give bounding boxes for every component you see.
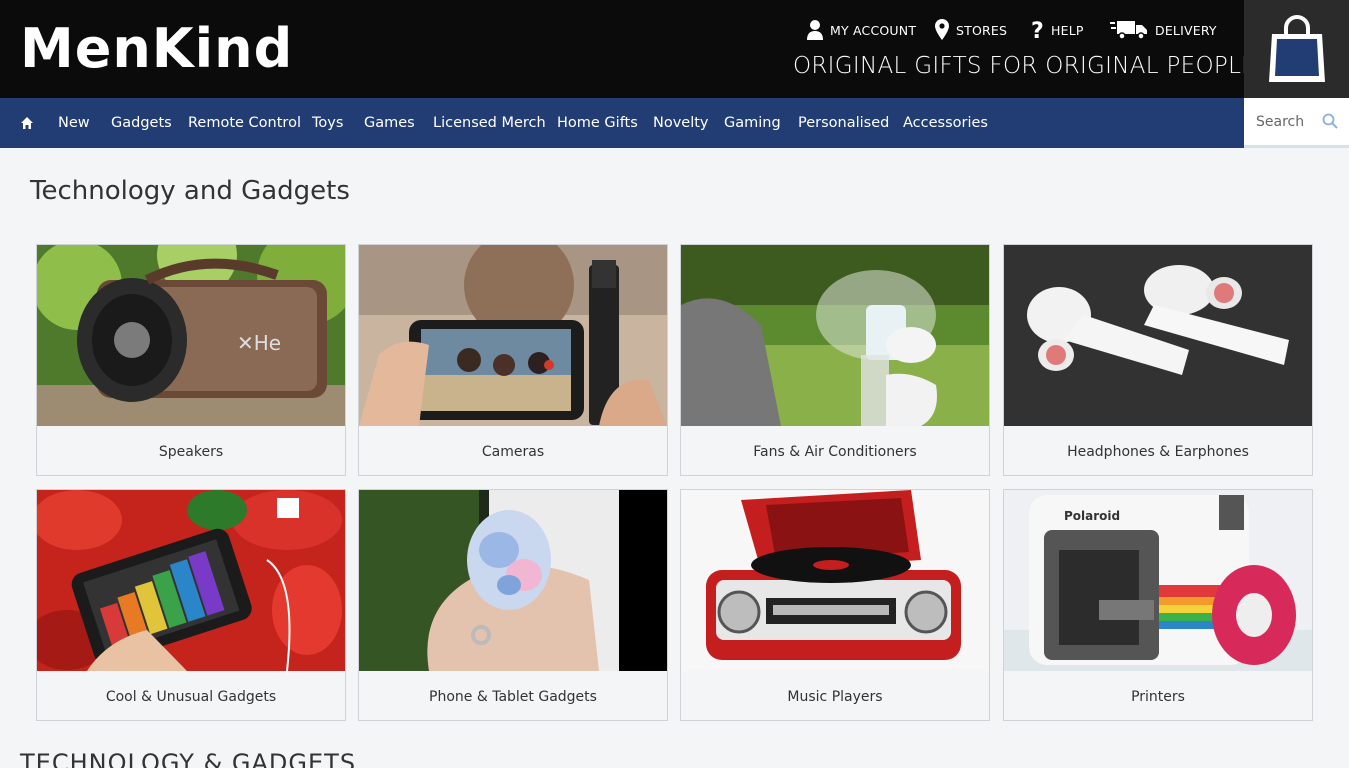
- delivery-label: DELIVERY: [1155, 22, 1217, 38]
- category-image-music-players: [681, 490, 989, 671]
- category-card-phone-tablet[interactable]: Phone & Tablet Gadgets: [358, 489, 668, 721]
- category-label: Printers: [1131, 689, 1185, 705]
- category-card-headphones[interactable]: Headphones & Earphones: [1003, 244, 1313, 476]
- category-card-cool-gadgets[interactable]: Cool & Unusual Gadgets: [36, 489, 346, 721]
- category-label: Music Players: [787, 689, 883, 705]
- category-image-printers: Polaroid: [1004, 490, 1312, 671]
- site-logo[interactable]: MenKind: [20, 14, 293, 84]
- svg-text:?: ?: [1031, 19, 1044, 42]
- stores-link[interactable]: STORES: [935, 16, 1007, 44]
- category-image-phone-tablet: [359, 490, 667, 671]
- stores-label: STORES: [956, 22, 1008, 38]
- category-image-headphones: [1004, 245, 1312, 426]
- nav-item-gadgets[interactable]: Gadgets: [111, 98, 172, 148]
- nav-item-gaming[interactable]: Gaming: [724, 98, 781, 148]
- nav-home-link[interactable]: [20, 115, 34, 134]
- delivery-truck-icon: [1110, 21, 1147, 40]
- category-label: Cameras: [481, 444, 545, 460]
- category-label: Phone & Tablet Gadgets: [429, 689, 597, 705]
- nav-item-remote-control[interactable]: Remote Control: [188, 98, 301, 148]
- svg-text:✕He: ✕He: [237, 331, 281, 355]
- nav-item-accessories[interactable]: Accessories: [903, 98, 988, 148]
- category-label: Cool & Unusual Gadgets: [105, 689, 277, 705]
- page-title: Technology and Gadgets: [30, 176, 350, 206]
- section-heading: TECHNOLOGY & GADGETS: [20, 749, 357, 768]
- category-image-speakers: ✕He: [37, 245, 345, 426]
- nav-item-new[interactable]: New: [58, 98, 90, 148]
- site-header: MenKind MY ACCOUNT STORES ? HELP DELIVER…: [0, 0, 1349, 98]
- search-icon[interactable]: [1322, 113, 1338, 129]
- my-account-link[interactable]: MY ACCOUNT: [807, 16, 916, 44]
- nav-item-personalised[interactable]: Personalised: [798, 98, 889, 148]
- category-card-speakers[interactable]: ✕He Speakers: [36, 244, 346, 476]
- help-link[interactable]: ? HELP: [1030, 16, 1084, 44]
- category-card-printers[interactable]: Polaroid Printers: [1003, 489, 1313, 721]
- category-label: Headphones & Earphones: [1067, 444, 1249, 460]
- category-image-cool-gadgets: [37, 490, 345, 671]
- svg-text:Polaroid: Polaroid: [1064, 509, 1120, 523]
- category-card-cameras[interactable]: Cameras: [358, 244, 668, 476]
- category-card-fans[interactable]: Fans & Air Conditioners: [680, 244, 990, 476]
- search-input[interactable]: [1244, 98, 1324, 145]
- category-label: Fans & Air Conditioners: [753, 444, 917, 460]
- my-account-label: MY ACCOUNT: [830, 22, 917, 38]
- help-label: HELP: [1051, 22, 1084, 38]
- user-icon: [807, 20, 823, 40]
- main-nav: New Gadgets Remote Control Toys Games Li…: [0, 98, 1349, 148]
- question-icon: ?: [1031, 19, 1044, 42]
- nav-item-licensed-merch[interactable]: Licensed Merch: [433, 98, 546, 148]
- category-image-fans: [681, 245, 989, 426]
- category-label: Speakers: [158, 444, 224, 460]
- map-pin-icon: [935, 19, 949, 40]
- search-box: [1244, 98, 1349, 148]
- category-card-music-players[interactable]: Music Players: [680, 489, 990, 721]
- home-icon: [21, 117, 33, 129]
- delivery-link[interactable]: DELIVERY: [1110, 16, 1217, 44]
- basket-button[interactable]: [1244, 0, 1349, 98]
- nav-item-home-gifts[interactable]: Home Gifts: [557, 98, 638, 148]
- nav-item-novelty[interactable]: Novelty: [653, 98, 709, 148]
- tagline: ORIGINAL GIFTS FOR ORIGINAL PEOPLE: [793, 53, 1257, 79]
- shopping-bag-icon: [1268, 15, 1325, 82]
- category-image-cameras: [359, 245, 667, 426]
- nav-item-games[interactable]: Games: [364, 98, 415, 148]
- nav-item-toys[interactable]: Toys: [312, 98, 343, 148]
